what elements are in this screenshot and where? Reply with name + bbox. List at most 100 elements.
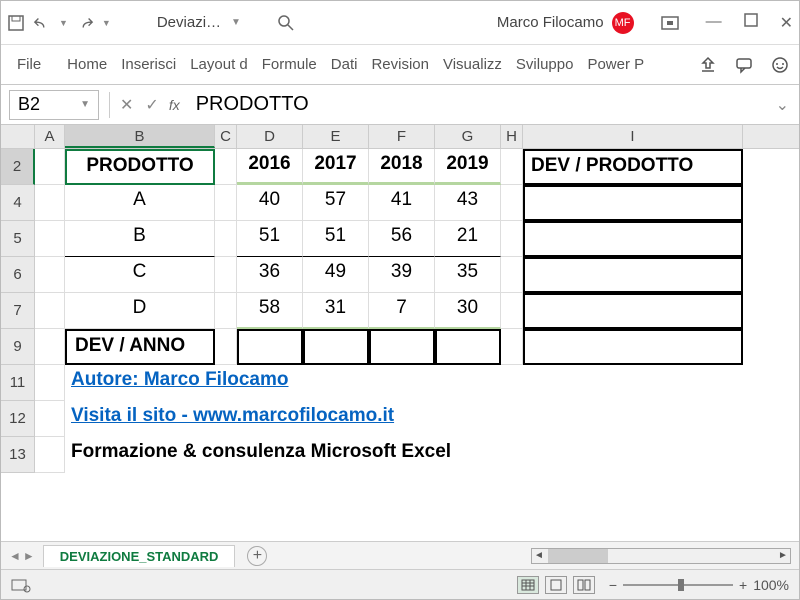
row-header-9[interactable]: 9 [1,329,35,365]
undo-dropdown-icon[interactable]: ▼ [59,18,68,28]
user-account[interactable]: Marco Filocamo MF [497,12,634,34]
cell-d6[interactable]: 36 [237,257,303,293]
cell-b2[interactable]: PRODOTTO [65,149,215,185]
row-header-11[interactable]: 11 [1,365,35,401]
cell-e4[interactable]: 57 [303,185,369,221]
cell-b4[interactable]: A [65,185,215,221]
close-icon[interactable]: ✕ [780,13,793,33]
cell-b5[interactable]: B [65,221,215,257]
cell-f9[interactable] [369,329,435,365]
cell-b12[interactable]: Visita il sito - www.marcofilocamo.it [65,401,400,437]
tab-sviluppo[interactable]: Sviluppo [510,50,580,79]
scroll-right-icon[interactable]: ► [776,550,790,561]
scroll-left-icon[interactable]: ◄ [532,550,546,561]
share-icon[interactable] [699,56,717,74]
col-header-d[interactable]: D [237,125,303,148]
cell-d9[interactable] [237,329,303,365]
search-icon[interactable] [277,14,295,32]
cell-d4[interactable]: 40 [237,185,303,221]
cell-e9[interactable] [303,329,369,365]
row-header-6[interactable]: 6 [1,257,35,293]
cell-grid[interactable]: PRODOTTO 2016 2017 2018 2019 DEV / PRODO… [35,149,799,545]
cell-f4[interactable]: 41 [369,185,435,221]
tab-inserisci[interactable]: Inserisci [115,50,182,79]
ribbon-display-icon[interactable] [660,15,680,31]
col-header-e[interactable]: E [303,125,369,148]
zoom-in-icon[interactable]: + [739,577,747,593]
tab-visualizza[interactable]: Visualizz [437,50,508,79]
sheet-tab-active[interactable]: DEVIAZIONE_STANDARD [43,545,236,567]
col-header-f[interactable]: F [369,125,435,148]
zoom-level[interactable]: 100% [753,577,789,593]
row-header-5[interactable]: 5 [1,221,35,257]
tab-dati[interactable]: Dati [325,50,364,79]
cell-g6[interactable]: 35 [435,257,501,293]
cell-d5[interactable]: 51 [237,221,303,257]
cell-i2[interactable]: DEV / PRODOTTO [523,149,743,185]
cell-i6[interactable] [523,257,743,293]
tab-revisione[interactable]: Revision [365,50,435,79]
col-header-i[interactable]: I [523,125,743,148]
cell-g9[interactable] [435,329,501,365]
row-header-12[interactable]: 12 [1,401,35,437]
cell-d2[interactable]: 2016 [237,149,303,185]
cell-e5[interactable]: 51 [303,221,369,257]
minimize-icon[interactable]: — [706,13,722,33]
cell-i9[interactable] [523,329,743,365]
row-header-4[interactable]: 4 [1,185,35,221]
maximize-icon[interactable] [744,13,758,33]
cell-f5[interactable]: 56 [369,221,435,257]
cell-e7[interactable]: 31 [303,293,369,329]
cell-e6[interactable]: 49 [303,257,369,293]
col-header-a[interactable]: A [35,125,65,148]
cell-i4[interactable] [523,185,743,221]
cell-g4[interactable]: 43 [435,185,501,221]
horizontal-scrollbar[interactable]: ◄ ► [531,548,791,564]
undo-icon[interactable] [33,14,51,32]
row-header-7[interactable]: 7 [1,293,35,329]
cell-i7[interactable] [523,293,743,329]
fx-icon[interactable]: fx [169,97,180,113]
comments-icon[interactable] [735,56,753,74]
cell-i5[interactable] [523,221,743,257]
expand-formula-bar-icon[interactable]: ⌄ [776,95,789,115]
row-header-13[interactable]: 13 [1,437,35,473]
view-page-layout-icon[interactable] [545,576,567,594]
cancel-formula-icon[interactable]: ✕ [120,95,133,115]
sheet-nav-next-icon[interactable]: ► [23,549,35,563]
cell-f6[interactable]: 39 [369,257,435,293]
tab-formule[interactable]: Formule [256,50,323,79]
view-page-break-icon[interactable] [573,576,595,594]
save-icon[interactable] [7,14,25,32]
name-box-dropdown-icon[interactable]: ▼ [80,99,90,110]
col-header-b[interactable]: B [65,125,215,148]
tab-powerp[interactable]: Power P [581,50,650,79]
cell-g5[interactable]: 21 [435,221,501,257]
help-icon[interactable] [771,56,789,74]
view-normal-icon[interactable] [517,576,539,594]
col-header-c[interactable]: C [215,125,237,148]
cell-d7[interactable]: 58 [237,293,303,329]
cell-b9[interactable]: DEV / ANNO [65,329,215,365]
qat-customize-icon[interactable]: ▼ [102,18,111,28]
zoom-out-icon[interactable]: − [609,577,617,593]
record-macro-icon[interactable] [11,577,31,593]
col-header-g[interactable]: G [435,125,501,148]
col-header-h[interactable]: H [501,125,523,148]
doc-dropdown-icon[interactable]: ▼ [231,17,241,28]
formula-content[interactable]: PRODOTTO [196,93,776,116]
cell-e2[interactable]: 2017 [303,149,369,185]
row-header-2[interactable]: 2 [1,149,35,185]
cell-f2[interactable]: 2018 [369,149,435,185]
tab-layout[interactable]: Layout d [184,50,254,79]
cell-b7[interactable]: D [65,293,215,329]
cell-g7[interactable]: 30 [435,293,501,329]
cell-f7[interactable]: 7 [369,293,435,329]
cell-b6[interactable]: C [65,257,215,293]
enter-formula-icon[interactable]: ✓ [145,95,158,115]
zoom-slider[interactable] [623,584,733,586]
tab-file[interactable]: File [11,50,47,79]
cell-b13[interactable]: Formazione & consulenza Microsoft Excel [65,437,457,473]
sheet-nav-prev-icon[interactable]: ◄ [9,549,21,563]
name-box[interactable]: B2 ▼ [9,90,99,120]
